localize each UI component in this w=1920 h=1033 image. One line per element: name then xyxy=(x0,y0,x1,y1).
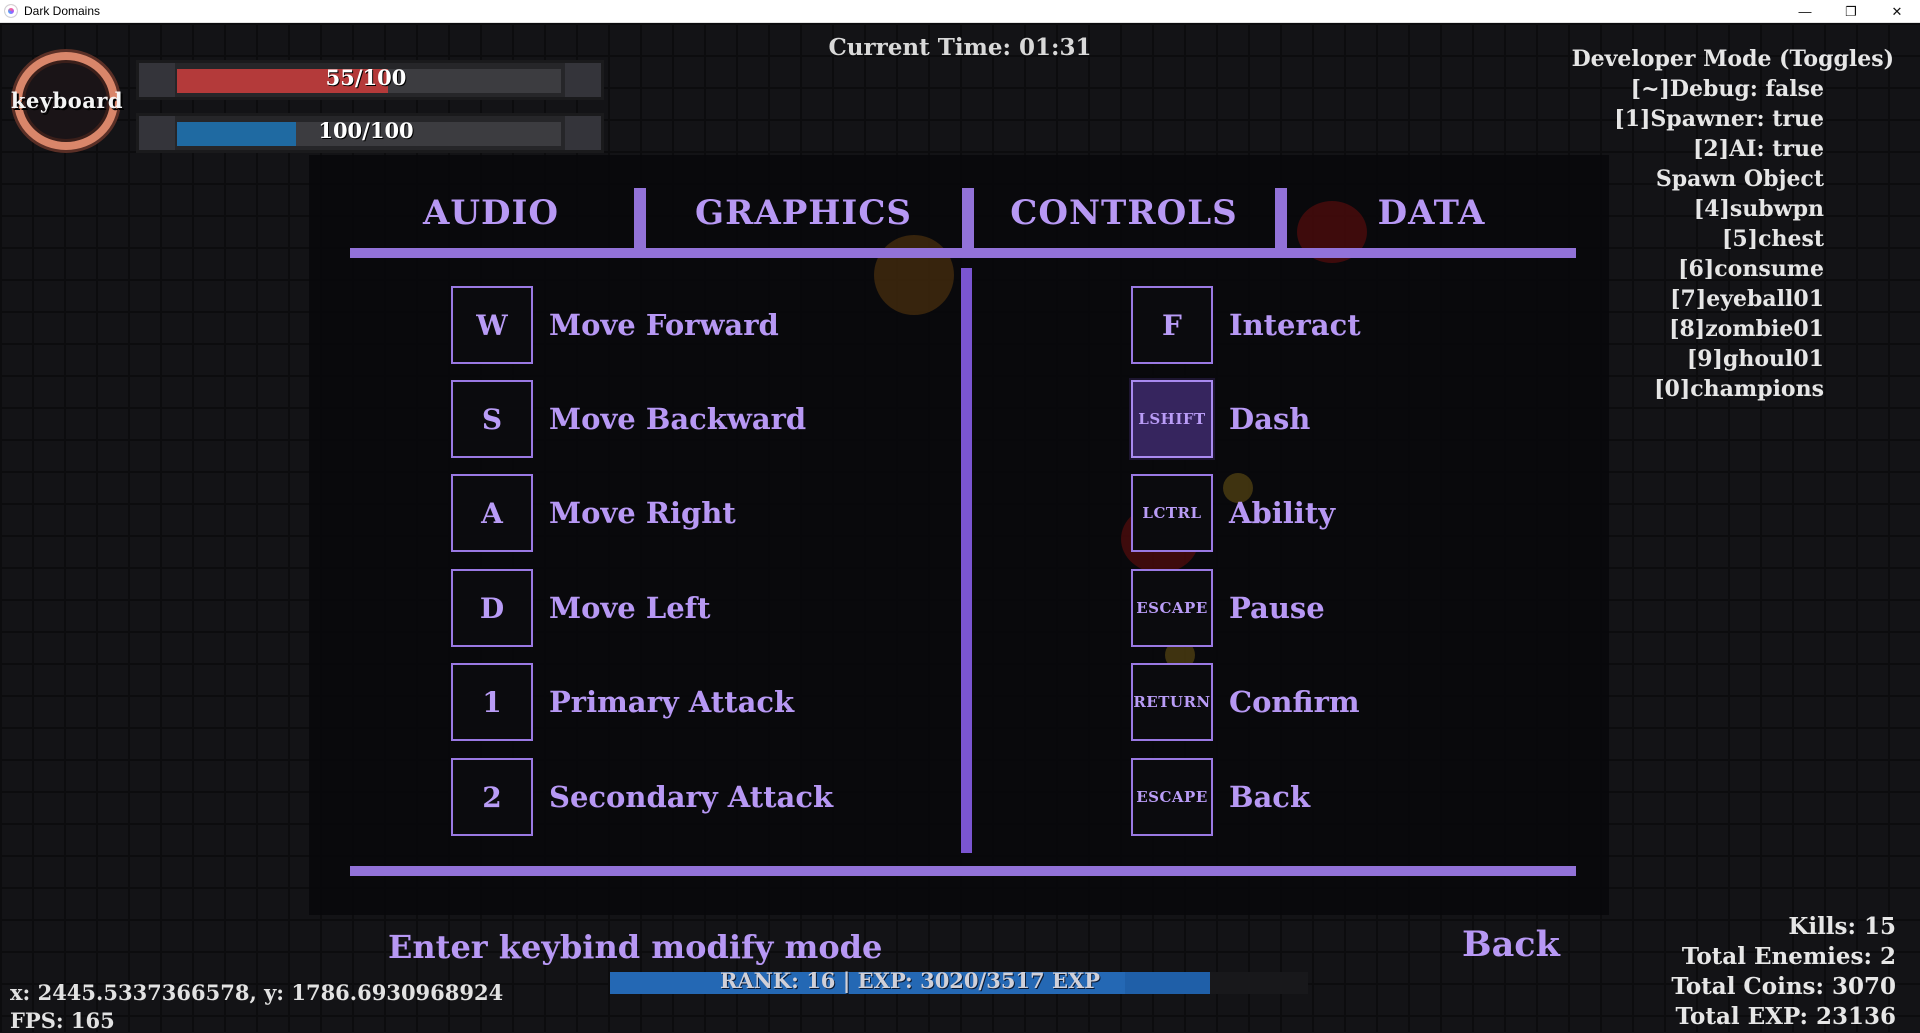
tab-data[interactable]: DATA xyxy=(1287,188,1576,248)
health-bar-cap-right xyxy=(565,63,601,97)
action-label: Move Forward xyxy=(549,308,779,342)
binding-secondary-attack: 2 Secondary Attack xyxy=(451,758,833,836)
action-label: Interact xyxy=(1229,308,1361,342)
window-titlebar: Dark Domains — ❐ ✕ xyxy=(0,0,1920,23)
binding-move-backward: S Move Backward xyxy=(451,380,806,458)
fps-counter: FPS: 165 xyxy=(10,1008,115,1033)
keybind-button[interactable]: W xyxy=(451,286,533,364)
action-label: Ability xyxy=(1229,496,1336,530)
dev-toggle-debug: [~]Debug: false xyxy=(1630,76,1824,102)
keybind-button[interactable]: 2 xyxy=(451,758,533,836)
binding-dash: LSHIFT Dash xyxy=(1131,380,1310,458)
binding-interact: F Interact xyxy=(1131,286,1361,364)
column-divider xyxy=(961,268,972,853)
health-bar-cap-left xyxy=(139,63,175,97)
dev-toggle-spawner: [1]Spawner: true xyxy=(1614,106,1824,132)
health-text: 55/100 xyxy=(325,65,407,90)
binding-confirm: RETURN Confirm xyxy=(1131,663,1360,741)
keybind-modify-mode-button[interactable]: Enter keybind modify mode xyxy=(388,928,882,966)
action-label: Secondary Attack xyxy=(549,780,834,814)
keybind-button[interactable]: ESCAPE xyxy=(1131,569,1213,647)
keybind-button-selected[interactable]: LSHIFT xyxy=(1131,380,1213,458)
close-button[interactable]: ✕ xyxy=(1874,0,1920,23)
action-label: Back xyxy=(1229,780,1311,814)
action-label: Move Backward xyxy=(549,402,807,436)
portrait-label: keyboard xyxy=(10,88,124,113)
stat-total-coins: Total Coins: 3070 xyxy=(1671,973,1896,1000)
tab-audio[interactable]: AUDIO xyxy=(350,188,632,248)
restore-button[interactable]: ❐ xyxy=(1828,0,1874,23)
binding-move-right: A Move Right xyxy=(451,474,736,552)
keybind-button[interactable]: ESCAPE xyxy=(1131,758,1213,836)
stat-total-exp: Total EXP: 23136 xyxy=(1675,1003,1896,1030)
current-time: Current Time: 01:31 xyxy=(828,34,1092,61)
action-label: Move Right xyxy=(549,496,736,530)
tab-graphics[interactable]: GRAPHICS xyxy=(646,188,961,248)
keybind-button[interactable]: A xyxy=(451,474,533,552)
binding-move-forward: W Move Forward xyxy=(451,286,779,364)
tab-divider xyxy=(962,188,974,250)
keybind-button[interactable]: S xyxy=(451,380,533,458)
minimize-button[interactable]: — xyxy=(1782,0,1828,23)
action-label: Dash xyxy=(1229,402,1311,436)
dev-title: Developer Mode (Toggles) xyxy=(1571,46,1894,72)
panel-bottom-line xyxy=(350,866,1576,876)
window-controls: — ❐ ✕ xyxy=(1782,0,1920,22)
keybind-button[interactable]: 1 xyxy=(451,663,533,741)
app-icon xyxy=(4,4,18,18)
stats-panel: Kills: 15 Total Enemies: 2 Total Coins: … xyxy=(1496,912,1896,1032)
action-label: Confirm xyxy=(1229,685,1360,719)
tab-divider xyxy=(1275,188,1287,250)
exp-bar-remainder xyxy=(1210,972,1308,994)
tab-controls[interactable]: CONTROLS xyxy=(974,188,1274,248)
binding-back: ESCAPE Back xyxy=(1131,758,1310,836)
action-label: Move Left xyxy=(549,591,711,625)
action-label: Pause xyxy=(1229,591,1325,625)
mana-bar-cap-left xyxy=(139,116,175,150)
keybind-button[interactable]: RETURN xyxy=(1131,663,1213,741)
mana-text: 100/100 xyxy=(318,118,414,143)
action-label: Primary Attack xyxy=(549,685,795,719)
stat-total-enemies: Total Enemies: 2 xyxy=(1681,943,1896,970)
exp-text: RANK: 16 | EXP: 3020/3517 EXP xyxy=(719,968,1101,993)
binding-primary-attack: 1 Primary Attack xyxy=(451,663,794,741)
binding-pause: ESCAPE Pause xyxy=(1131,569,1325,647)
tab-divider xyxy=(634,188,646,250)
binding-move-left: D Move Left xyxy=(451,569,711,647)
keybind-button[interactable]: D xyxy=(451,569,533,647)
player-coordinates: x: 2445.5337366578, y: 1786.6930968924 xyxy=(10,980,504,1005)
tab-underline xyxy=(350,248,1576,258)
keybind-button[interactable]: LCTRL xyxy=(1131,474,1213,552)
binding-ability: LCTRL Ability xyxy=(1131,474,1335,552)
window-title: Dark Domains xyxy=(24,4,101,18)
mana-bar-cap-right xyxy=(565,116,601,150)
keybind-button[interactable]: F xyxy=(1131,286,1213,364)
stat-kills: Kills: 15 xyxy=(1788,913,1896,940)
